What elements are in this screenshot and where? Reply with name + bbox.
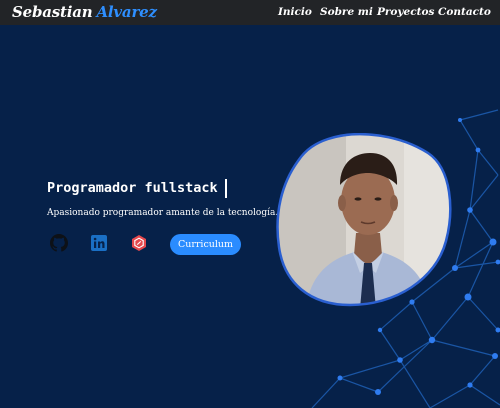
curriculum-button[interactable]: Curriculum	[170, 234, 241, 255]
brand-first-name: Sebastian	[12, 3, 93, 21]
linkedin-icon[interactable]	[90, 234, 108, 252]
typing-cursor	[225, 179, 227, 198]
nav-link-proyectos[interactable]: Proyectos	[377, 6, 434, 18]
hero-headline: Programador fullstack	[47, 180, 218, 196]
profile-photo	[276, 132, 456, 309]
nav-link-inicio[interactable]: Inicio	[278, 6, 312, 18]
github-icon[interactable]	[50, 234, 68, 252]
brand-logo[interactable]: Sebastian Alvarez	[12, 3, 157, 21]
navbar: Sebastian Alvarez Inicio Sobre mi Proyect…	[0, 0, 500, 25]
portfolio-hexagon-icon[interactable]	[130, 234, 148, 252]
hero-tagline: Apasionado programador amante de la tecn…	[47, 208, 279, 218]
brand-last-name: Alvarez	[96, 3, 157, 21]
nav-link-contacto[interactable]: Contacto	[438, 6, 491, 18]
nav-link-sobre-mi[interactable]: Sobre mi	[320, 6, 373, 18]
